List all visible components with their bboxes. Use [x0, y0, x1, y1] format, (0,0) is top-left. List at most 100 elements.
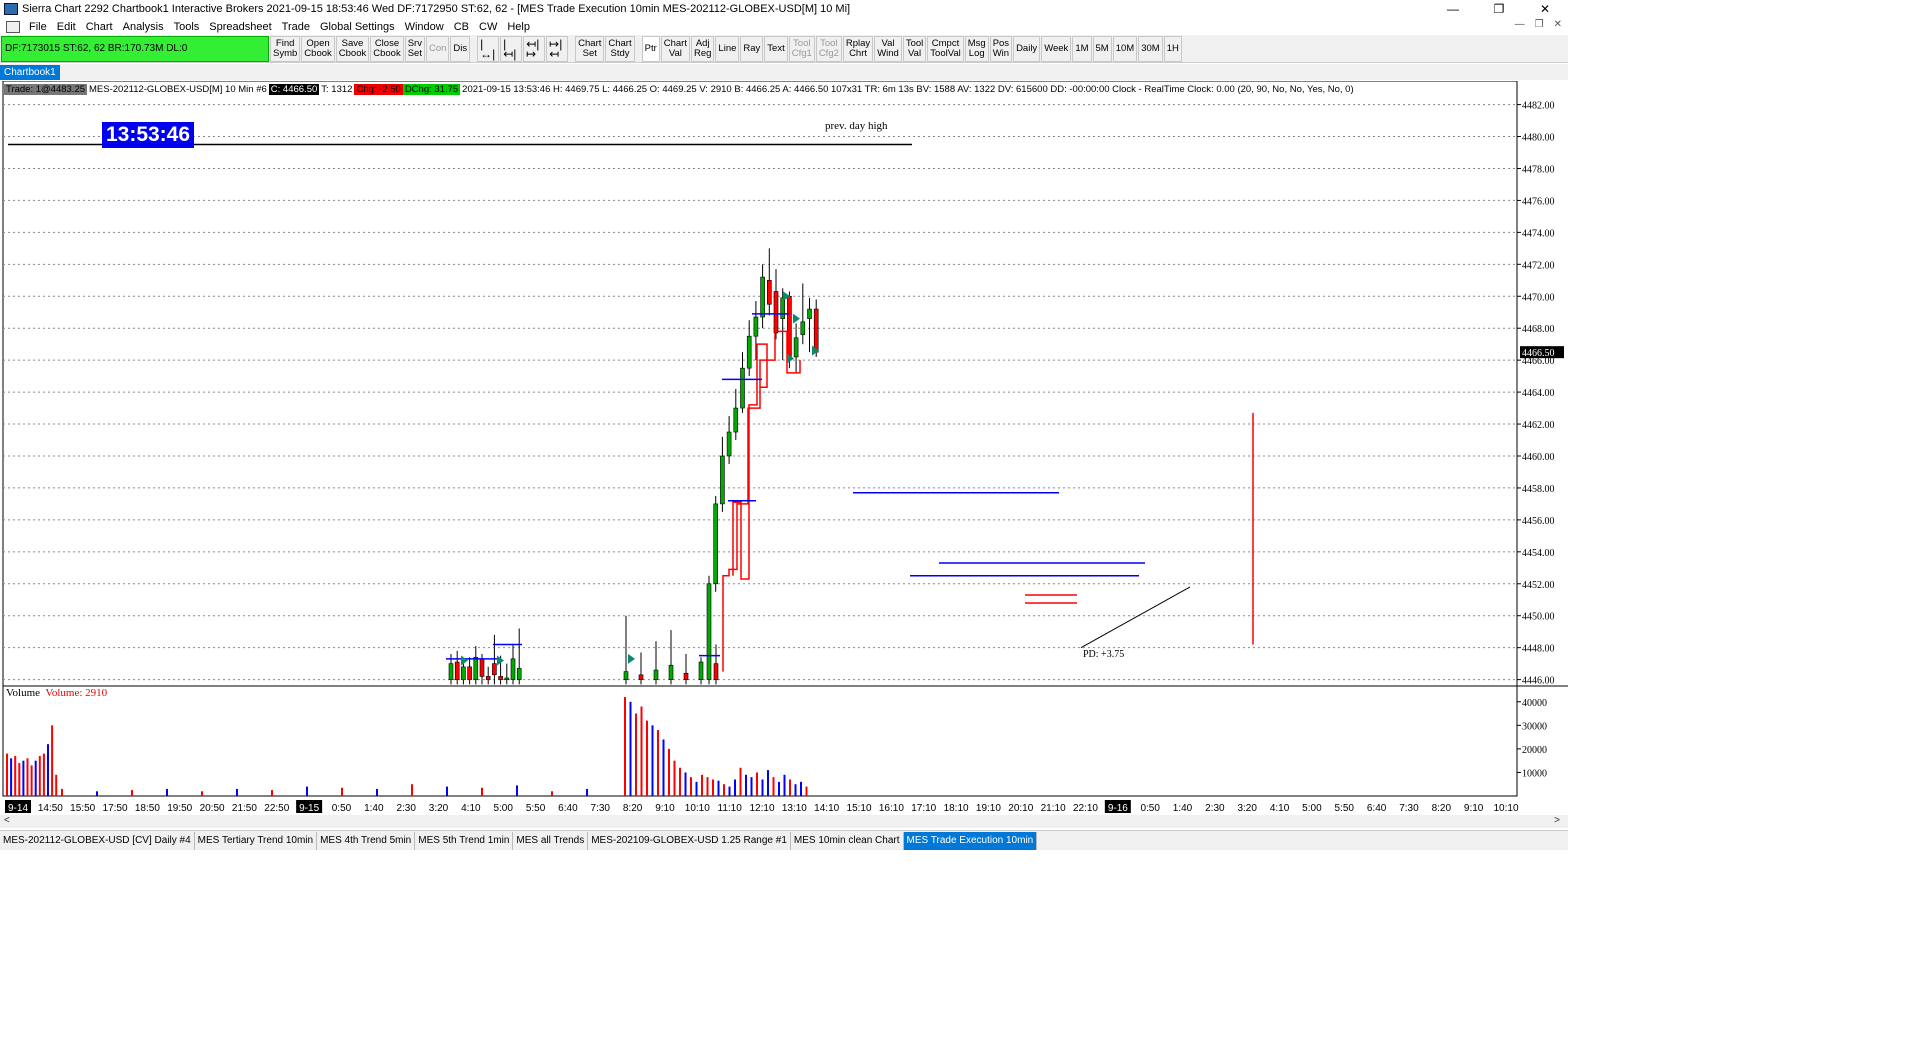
toolbar-button-label: Chart — [578, 37, 602, 49]
toolbar-button-sublabel: Chrt — [849, 47, 868, 59]
toolbar-button-sublabel: Win — [992, 47, 1010, 59]
toolbar-button-val-wind[interactable]: Val Wind — [874, 35, 902, 62]
toolbar-button-label: Val — [881, 37, 895, 49]
close-button[interactable]: ✕ — [1522, 0, 1568, 18]
time-axis-label: 6:40 — [558, 803, 578, 814]
chartbook-tab[interactable]: Chartbook1 — [0, 65, 60, 80]
toolbar-button-close-cbook[interactable]: Close Cbook — [370, 35, 404, 62]
toolbar-button-ray[interactable]: Ray — [740, 35, 764, 62]
menu-cb[interactable]: CB — [449, 21, 474, 33]
toolbar-button-label: Open — [306, 37, 330, 49]
menu-global-settings[interactable]: Global Settings — [315, 21, 400, 33]
toolbar-button-tool-val[interactable]: Tool Val — [902, 35, 927, 62]
candle-body — [461, 666, 466, 680]
toolbar-button-label: Week — [1044, 42, 1069, 54]
toolbar-button-label: Srv — [407, 37, 422, 49]
candle-body — [448, 663, 454, 680]
scroll-left-icon[interactable]: < — [4, 815, 10, 826]
chart-tab[interactable]: MES Tertiary Trend 10min — [195, 831, 318, 850]
toolbar-button-msg-log[interactable]: Msg Log — [964, 35, 989, 62]
price-chart[interactable]: 4482.00 4480.00 4478.00 4476.00 4474.00 4472.… — [0, 81, 1568, 828]
window-titlebar: Sierra Chart 2292 Chartbook1 Interactive… — [0, 0, 1568, 18]
toolbar-button-sublabel: Cbook — [338, 47, 367, 59]
menu-tools[interactable]: Tools — [169, 21, 205, 33]
toolbar-button-tool-7[interactable]: |↔| — [477, 35, 500, 62]
toolbar-button-week[interactable]: Week — [1041, 35, 1072, 62]
toolbar-button-tool-9[interactable]: ↤|↦ — [523, 35, 546, 62]
toolbar-button-open-cbook[interactable]: Open Cbook — [301, 35, 335, 62]
toolbar-button-pos-win[interactable]: Pos Win — [989, 35, 1013, 62]
candle-body — [733, 407, 739, 433]
horizontal-scrollbar[interactable]: < > — [0, 815, 1568, 828]
toolbar-button-1h[interactable]: 1H — [1163, 35, 1182, 62]
chart-tab[interactable]: MES all Trends — [513, 831, 589, 850]
toolbar-button-con[interactable]: Con — [425, 35, 450, 62]
price-tick-label: 4464.00 — [1522, 388, 1555, 399]
toolbar-button-dis[interactable]: Dis — [450, 35, 471, 62]
toolbar-button-srv-set[interactable]: Srv Set — [404, 35, 425, 62]
toolbar-button-line[interactable]: Line — [715, 35, 740, 62]
toolbar-button-tool-10[interactable]: ↦|↤ — [546, 35, 569, 62]
maximize-button[interactable]: ❐ — [1476, 0, 1522, 18]
menu-cw[interactable]: CW — [474, 21, 502, 33]
menu-file[interactable]: File — [24, 21, 52, 33]
candle-body — [623, 671, 629, 680]
chart-tab[interactable]: MES-202112-GLOBEX-USD [CV] Daily #4 — [0, 831, 195, 850]
toolbar-button-label: Save — [341, 37, 364, 49]
minimize-button[interactable]: — — [1430, 0, 1476, 18]
trade-marker-icon — [628, 653, 635, 664]
mdi-minimize-icon[interactable]: — — [1515, 19, 1525, 30]
chart-tab[interactable]: MES 5th Trend 1min — [415, 831, 514, 850]
toolbar-button-10m[interactable]: 10M — [1112, 35, 1138, 62]
toolbar-button-tool-cfg1[interactable]: Tool Cfg1 — [788, 35, 815, 62]
time-axis-label: 10:10 — [685, 803, 710, 814]
menu-analysis[interactable]: Analysis — [118, 21, 169, 33]
candle-body — [698, 661, 704, 680]
chart-frame — [2, 81, 1518, 797]
toolbar-button-label: |↤| — [503, 36, 517, 61]
toolbar-button-tool-cfg2[interactable]: Tool Cfg2 — [815, 35, 842, 62]
time-axis-label: 10:10 — [1493, 803, 1518, 814]
toolbar-button-chart-stdy[interactable]: Chart Stdy — [605, 35, 635, 62]
price-tick-label: 4472.00 — [1522, 260, 1555, 271]
toolbar-button-text[interactable]: Text — [764, 35, 788, 62]
chart-tab[interactable]: MES-202109-GLOBEX-USD 1.25 Range #1 — [588, 831, 791, 850]
toolbar-button-5m[interactable]: 5M — [1092, 35, 1112, 62]
time-axis-label: 11:10 — [718, 803, 743, 814]
mdi-restore-icon[interactable]: ❐ — [1535, 19, 1544, 30]
candle-body — [813, 308, 819, 353]
time-axis-label: 3:20 — [1237, 803, 1257, 814]
toolbar-button-chart-set[interactable]: Chart Set — [575, 35, 605, 62]
toolbar-button-rplay-chrt[interactable]: Rplay Chrt — [842, 35, 874, 62]
toolbar-button-label: Line — [718, 42, 737, 54]
toolbar-button-daily[interactable]: Daily — [1013, 35, 1041, 62]
toolbar-button-label: Chart — [663, 37, 687, 49]
toolbar-button-find-symb[interactable]: Find Symb — [270, 35, 301, 62]
scroll-right-icon[interactable]: > — [1554, 815, 1560, 826]
toolbar-button-30m[interactable]: 30M — [1138, 35, 1163, 62]
trade-marker-icon — [461, 655, 468, 666]
menu-help[interactable]: Help — [502, 21, 535, 33]
menu-window[interactable]: Window — [400, 21, 449, 33]
toolbar-button-label: ↦|↤ — [549, 36, 563, 61]
mdi-close-icon[interactable]: ✕ — [1554, 19, 1562, 30]
toolbar-button-tool-8[interactable]: |↤| — [500, 35, 523, 62]
toolbar-button-chart-val[interactable]: Chart Val — [660, 35, 690, 62]
menu-spreadsheet[interactable]: Spreadsheet — [204, 21, 276, 33]
candle-body — [510, 658, 516, 680]
chart-region[interactable]: 4482.00 4480.00 4478.00 4476.00 4474.00 4472.… — [0, 81, 1568, 828]
price-tick-label: 4460.00 — [1522, 452, 1555, 463]
chartbook-icon[interactable] — [6, 20, 20, 33]
window-title: Sierra Chart 2292 Chartbook1 Interactive… — [22, 3, 851, 15]
chart-tab[interactable]: MES 4th Trend 5min — [317, 831, 416, 850]
chart-tab[interactable]: MES Trade Execution 10min — [903, 831, 1038, 850]
toolbar-button-save-cbook[interactable]: Save Cbook — [335, 35, 370, 62]
menu-edit[interactable]: Edit — [52, 21, 81, 33]
menu-trade[interactable]: Trade — [277, 21, 315, 33]
menu-chart[interactable]: Chart — [81, 21, 118, 33]
toolbar-button-1m[interactable]: 1M — [1072, 35, 1092, 62]
toolbar-button-adj-reg[interactable]: Adj Reg — [690, 35, 715, 62]
toolbar-button-ptr[interactable]: Ptr — [641, 35, 660, 62]
chart-tab[interactable]: MES 10min clean Chart — [791, 831, 904, 850]
toolbar-button-cmpct-toolval[interactable]: Cmpct ToolVal — [927, 35, 964, 62]
